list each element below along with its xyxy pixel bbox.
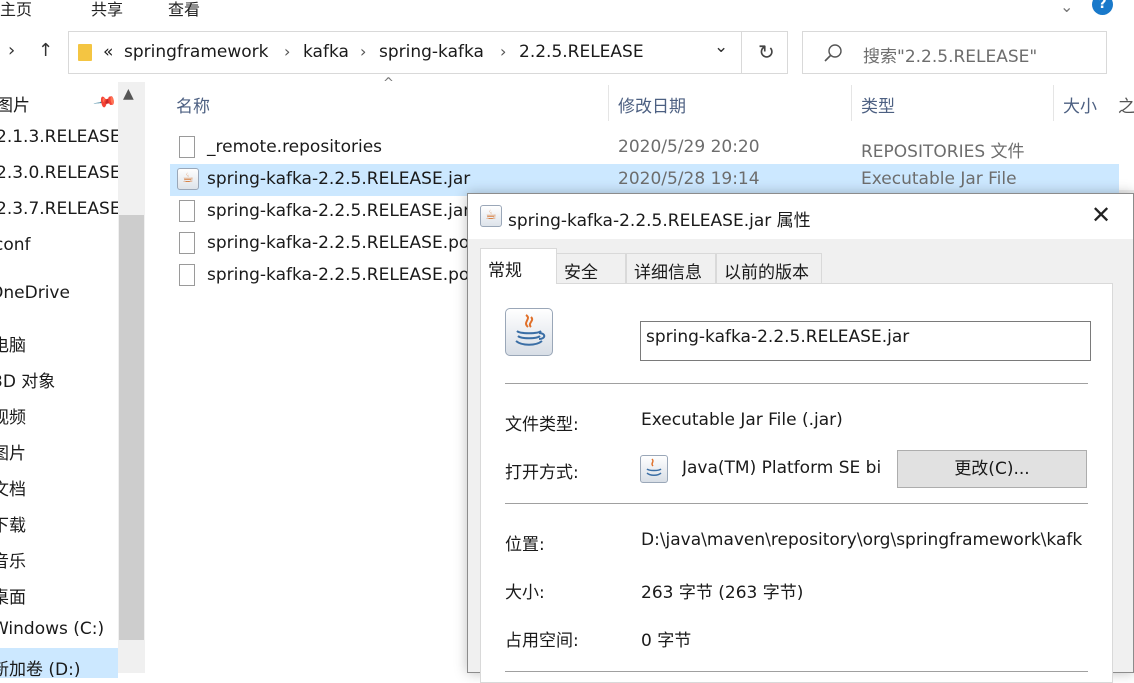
file-name: spring-kafka-2.2.5.RELEASE.po [207,233,470,253]
breadcrumb-spring-kafka[interactable]: spring-kafka [379,42,484,62]
ribbon-tab-home[interactable]: 主页 [0,0,32,20]
column-header-date[interactable]: 修改日期 [618,92,686,117]
file-type: REPOSITORIES 文件 [861,142,1025,162]
sort-ascending-icon: ^ [383,76,394,91]
file-icon [179,232,195,254]
dialog-title: spring-kafka-2.2.5.RELEASE.jar 属性 [508,211,811,231]
file-name: _remote.repositories [207,137,383,157]
nav-item-pictures[interactable]: 图片 [0,439,26,464]
pin-icon[interactable]: 📌 [93,89,119,114]
file-type-label: 文件类型: [505,415,579,435]
java-jar-icon: ☕ [480,205,502,227]
up-arrow-icon[interactable]: ↑ [38,40,53,61]
nav-scrollbar-thumb[interactable] [119,215,144,640]
nav-item-pictures-quick[interactable]: 图片 [0,91,30,116]
file-icon [179,200,195,222]
breadcrumb-kafka[interactable]: kafka [303,42,349,62]
forward-arrow-icon[interactable]: › [8,40,15,61]
address-dropdown-icon[interactable]: ⌄ [714,37,728,57]
tab-details[interactable]: 详细信息 [626,253,716,283]
file-name: spring-kafka-2.2.5.RELEASE.jar [207,169,471,189]
size-on-disk-label: 占用空间: [505,631,579,651]
nav-item-downloads[interactable]: 下载 [0,511,26,536]
tab-previous-versions[interactable]: 以前的版本 [716,253,822,283]
folder-icon [78,44,92,61]
separator [505,383,1088,384]
nav-item-desktop[interactable]: 桌面 [0,583,26,608]
file-type: Executable Jar File [861,169,1017,189]
nav-item-2-3-7-release[interactable]: 2.3.7.RELEASE [0,199,121,219]
general-tab-page: spring-kafka-2.2.5.RELEASE.jar 文件类型: Exe… [480,283,1113,683]
breadcrumb-separator[interactable]: › [360,42,366,61]
nav-item-music[interactable]: 音乐 [0,547,26,572]
breadcrumb-overflow[interactable]: « [103,42,113,62]
edge-text: 之 [1118,97,1134,117]
close-icon[interactable]: ✕ [1086,200,1116,230]
nav-item-drive-c[interactable]: Windows (C:) [0,619,104,639]
file-icon [179,264,195,286]
file-name: spring-kafka-2.2.5.RELEASE.po [207,265,470,285]
java-app-icon [640,455,668,483]
scroll-up-icon[interactable]: ▲ [123,86,134,102]
java-jar-icon: ☕ [177,168,199,190]
column-header-size[interactable]: 大小 [1063,92,1097,117]
file-row-selected[interactable]: ☕ spring-kafka-2.2.5.RELEASE.jar 2020/5/… [170,164,1119,196]
location-value: D:\java\maven\repository\org\springframe… [641,530,1083,550]
tab-security[interactable]: 安全 [556,253,626,283]
file-row[interactable]: _remote.repositories 2020/5/29 20:20 REP… [170,132,1119,164]
help-icon[interactable]: ? [1092,0,1113,15]
nav-item-3d-objects[interactable]: 3D 对象 [0,367,55,392]
open-with-value: Java(TM) Platform SE bi [682,458,882,478]
ribbon-expand-chevron-icon[interactable]: ⌄ [1060,0,1073,16]
ribbon-tab-share[interactable]: 共享 [91,0,123,20]
breadcrumb-version[interactable]: 2.2.5.RELEASE [519,42,644,62]
nav-item-conf[interactable]: conf [0,235,31,255]
refresh-icon[interactable]: ↻ [758,40,775,64]
nav-item-videos[interactable]: 视频 [0,403,26,428]
ribbon-tab-view[interactable]: 查看 [168,0,200,20]
column-header-name[interactable]: 名称 [176,92,210,117]
breadcrumb-springframework[interactable]: springframework [124,42,268,62]
size-label: 大小: [505,583,545,603]
open-with-label: 打开方式: [505,463,579,483]
dialog-title-bar[interactable]: ☕ spring-kafka-2.2.5.RELEASE.jar 属性 ✕ [468,194,1133,239]
search-icon [824,44,842,62]
divider [741,32,742,73]
separator [505,503,1088,504]
file-type-value: Executable Jar File (.jar) [641,410,843,430]
breadcrumb-separator[interactable]: › [284,42,290,61]
nav-item-onedrive[interactable]: OneDrive [0,283,70,303]
nav-item-2-3-0-release[interactable]: 2.3.0.RELEASE [0,163,121,183]
search-input[interactable]: 搜索"2.2.5.RELEASE" [802,31,1107,74]
file-icon [179,136,195,158]
properties-dialog: ☕ spring-kafka-2.2.5.RELEASE.jar 属性 ✕ 常规… [467,193,1134,683]
java-jar-large-icon [505,308,553,356]
address-bar[interactable]: « springframework › kafka › spring-kafka… [68,31,788,74]
breadcrumb-separator[interactable]: › [500,42,506,61]
column-header-type[interactable]: 类型 [861,92,895,117]
nav-item-documents[interactable]: 文档 [0,475,26,500]
column-divider[interactable] [1053,85,1054,121]
tab-general[interactable]: 常规 [480,248,557,284]
size-value: 263 字节 (263 字节) [641,583,804,603]
file-name-field[interactable]: spring-kafka-2.2.5.RELEASE.jar [640,321,1091,361]
size-on-disk-value: 0 字节 [641,631,692,651]
file-date: 2020/5/29 20:20 [618,137,760,157]
column-divider[interactable] [851,85,852,121]
nav-item-2-1-3-release[interactable]: 2.1.3.RELEASE [0,127,121,147]
separator [505,671,1088,672]
column-divider[interactable] [608,85,609,121]
nav-item-this-pc[interactable]: 电脑 [0,331,26,356]
file-date: 2020/5/28 19:14 [618,169,760,189]
location-label: 位置: [505,535,545,555]
nav-item-drive-d[interactable]: 新加卷 (D:) [0,655,81,680]
search-placeholder: 搜索"2.2.5.RELEASE" [863,47,1038,67]
file-name: spring-kafka-2.2.5.RELEASE.jar [207,201,471,221]
change-button[interactable]: 更改(C)... [897,450,1087,488]
